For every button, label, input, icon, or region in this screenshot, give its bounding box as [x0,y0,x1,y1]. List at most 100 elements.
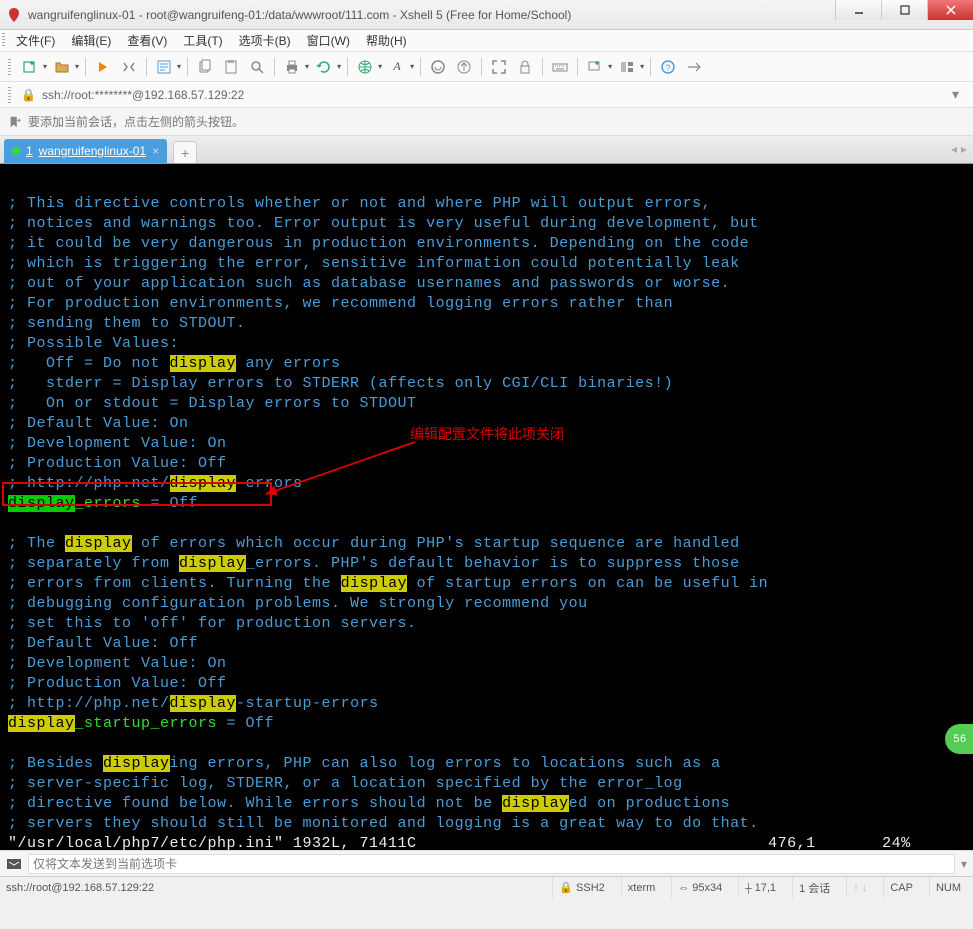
copy-button[interactable] [194,56,216,78]
reconnect-button[interactable] [92,56,114,78]
status-arrows: ↑ ↓ [846,877,873,898]
disconnect-button[interactable] [118,56,140,78]
open-button[interactable] [51,56,73,78]
dropdown-icon[interactable]: ▾ [177,62,181,71]
status-sessions: 1 会话 [792,877,836,898]
font-button[interactable]: A [386,56,408,78]
close-button[interactable] [927,0,973,20]
terminal-line: ; stderr = Display errors to STDERR (aff… [8,374,965,394]
menu-view[interactable]: 查看(V) [119,30,175,51]
tab-strip: 1 wangruifenglinux-01 × + ◂ ▸ [0,136,973,164]
session-tab[interactable]: 1 wangruifenglinux-01 × [4,139,167,163]
input-bar: ▾ [0,850,973,876]
menu-tools[interactable]: 工具(T) [175,30,230,51]
terminal-line: ; out of your application such as databa… [8,274,965,294]
lock-button[interactable] [514,56,536,78]
dropdown-icon[interactable]: ▾ [337,62,341,71]
toolbar: ▾ ▾ ▾ ▾ ▾ ▾ A▾ ▾ ▾ ? [0,52,973,82]
status-cap: CAP [883,877,919,898]
terminal-line: ; Default Value: Off [8,634,965,654]
connection-status-icon [12,147,20,155]
input-dropdown-button[interactable]: ▾ [961,857,967,871]
grip-icon [8,59,11,75]
terminal-line: ; The display of errors which occur duri… [8,534,965,554]
dropdown-icon[interactable]: ▾ [43,62,47,71]
terminal-line: ; directive found below. While errors sh… [8,794,965,814]
terminal-line: ; For production environments, we recomm… [8,294,965,314]
fullscreen-button[interactable] [488,56,510,78]
new-tab-button[interactable]: + [173,141,197,163]
address-text[interactable]: ssh://root:********@192.168.57.129:22 [42,88,946,102]
xagent-button[interactable] [427,56,449,78]
dropdown-icon[interactable]: ▾ [640,62,644,71]
status-cursor: ┼ 17,1 [738,877,782,898]
terminal-status-line: "/usr/local/php7/etc/php.ini" 1932L, 714… [8,834,965,850]
terminal-line: ; set this to 'off' for production serve… [8,614,965,634]
transfer-button[interactable] [453,56,475,78]
badge-56[interactable]: 56 [945,724,973,754]
terminal-line: ; servers they should still be monitored… [8,814,965,834]
globe-button[interactable] [354,56,376,78]
terminal-line: ; which is triggering the error, sensiti… [8,254,965,274]
terminal-line [8,734,965,754]
tab-prev-button[interactable]: ◂ [951,142,957,156]
status-protocol: 🔒 SSH2 [552,877,610,898]
refresh-button[interactable] [313,56,335,78]
address-bar: 🔒 ssh://root:********@192.168.57.129:22 … [0,82,973,108]
terminal-line: ; Production Value: Off [8,674,965,694]
terminal-line: ; Production Value: Off [8,454,965,474]
tab-index: 1 [26,144,33,158]
grip-icon [8,87,11,103]
window-controls [835,0,973,29]
hint-text: 要添加当前会话，点击左侧的箭头按钮。 [28,113,244,130]
new-window-button[interactable] [584,56,606,78]
dropdown-icon[interactable]: ▾ [608,62,612,71]
terminal-line: ; This directive controls whether or not… [8,194,965,214]
terminal-line: ; debugging configuration problems. We s… [8,594,965,614]
tile-button[interactable] [616,56,638,78]
wizard-button[interactable] [683,56,705,78]
tab-close-button[interactable]: × [152,144,159,158]
tab-nav-arrows: ◂ ▸ [951,142,967,156]
menu-help[interactable]: 帮助(H) [358,30,415,51]
menu-tabs[interactable]: 选项卡(B) [231,30,299,51]
status-connection: ssh://root@192.168.57.129:22 [6,882,154,894]
menu-bar: 文件(F) 编辑(E) 查看(V) 工具(T) 选项卡(B) 窗口(W) 帮助(… [0,30,973,52]
print-button[interactable] [281,56,303,78]
dropdown-icon[interactable]: ▾ [75,62,79,71]
new-session-button[interactable] [19,56,41,78]
minimize-button[interactable] [835,0,881,20]
help-button[interactable]: ? [657,56,679,78]
terminal-line [8,514,965,534]
tab-next-button[interactable]: ▸ [961,142,967,156]
tab-label: wangruifenglinux-01 [39,144,146,158]
add-session-button[interactable]: ▾ [952,86,959,103]
status-size: ⇔ 95x34 [671,877,728,898]
maximize-button[interactable] [881,0,927,20]
find-button[interactable] [246,56,268,78]
bookmark-arrow-icon[interactable] [8,115,22,129]
terminal-line: ; it could be very dangerous in producti… [8,234,965,254]
menu-window[interactable]: 窗口(W) [299,30,358,51]
send-icon[interactable] [6,856,22,872]
window-titlebar: wangruifenglinux-01 - root@wangruifeng-0… [0,0,973,30]
app-icon [6,7,22,23]
keyboard-button[interactable] [549,56,571,78]
dropdown-icon[interactable]: ▾ [378,62,382,71]
lock-icon: 🔒 [21,88,36,102]
menu-edit[interactable]: 编辑(E) [63,30,119,51]
terminal-line: ; errors from clients. Turning the displ… [8,574,965,594]
dropdown-icon[interactable]: ▾ [305,62,309,71]
status-num: NUM [929,877,967,898]
menu-file[interactable]: 文件(F) [8,30,63,51]
terminal-line: ; Off = Do not display any errors [8,354,965,374]
terminal[interactable]: ; This directive controls whether or not… [0,164,973,850]
properties-button[interactable] [153,56,175,78]
terminal-line: ; notices and warnings too. Error output… [8,214,965,234]
command-input[interactable] [28,854,955,874]
terminal-line [8,174,965,194]
terminal-line: ; http://php.net/display-errors [8,474,965,494]
grip-icon [2,33,5,48]
dropdown-icon[interactable]: ▾ [410,62,414,71]
paste-button[interactable] [220,56,242,78]
